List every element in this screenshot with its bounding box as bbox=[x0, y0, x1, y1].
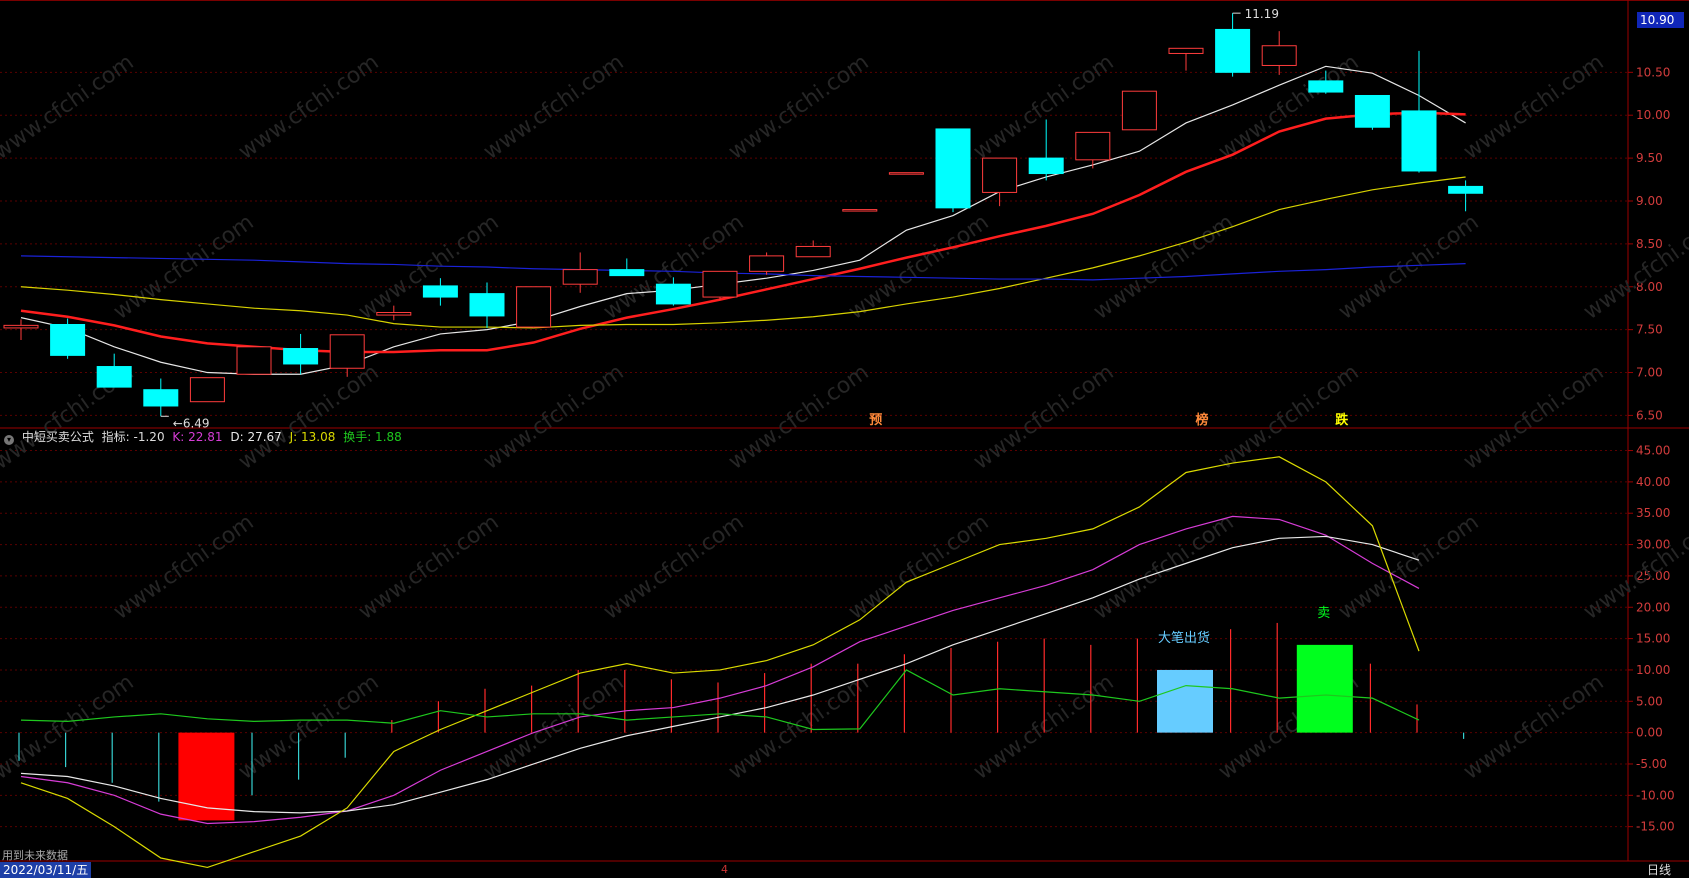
watermark-text: www.cfchi.com bbox=[109, 210, 258, 325]
indicator-collapse-icon[interactable]: ▾ bbox=[4, 435, 14, 445]
candle-body bbox=[1168, 47, 1204, 54]
signal-marker: 预 bbox=[869, 413, 882, 428]
candle-body bbox=[749, 255, 785, 272]
indicator-bar-wide bbox=[1157, 669, 1213, 733]
candle-body bbox=[842, 209, 878, 212]
candle-body bbox=[50, 324, 86, 356]
ind-y-tick-label: 40.00 bbox=[1636, 475, 1670, 489]
indicator-title: 中短买卖公式 bbox=[21, 430, 94, 444]
turnover-value: 换手: 1.88 bbox=[343, 430, 402, 444]
indicator-bar-wide bbox=[1296, 644, 1353, 733]
candle-body bbox=[888, 172, 924, 175]
ind-y-tick-label: 5.00 bbox=[1636, 694, 1663, 708]
status-date[interactable]: 2022/03/11/五 bbox=[0, 862, 92, 878]
watermark-text: www.cfchi.com bbox=[1459, 50, 1608, 165]
signal-marker: 跌 bbox=[1335, 412, 1349, 428]
watermark-text: www.cfchi.com bbox=[599, 210, 748, 325]
watermark-text: www.cfchi.com bbox=[1459, 360, 1608, 475]
watermark-text: www.cfchi.com bbox=[1089, 210, 1238, 325]
signal-marker: 榜 bbox=[1195, 412, 1208, 428]
candle-body bbox=[1215, 28, 1251, 73]
indicator-readout: 指标: -1.20 bbox=[101, 430, 165, 444]
ind-y-tick-label: 45.00 bbox=[1636, 444, 1670, 458]
candle-body bbox=[422, 285, 458, 298]
current-price-label: 10.90 bbox=[1637, 12, 1684, 28]
main-y-tick-label: 10.00 bbox=[1636, 108, 1670, 122]
candle-body bbox=[1308, 80, 1344, 93]
moving-average-line bbox=[20, 255, 1466, 281]
candle-body bbox=[469, 293, 505, 317]
candle-body bbox=[1261, 45, 1297, 66]
ind-y-tick-label: 15.00 bbox=[1636, 632, 1670, 646]
candle-body bbox=[1448, 185, 1484, 194]
k-value: K: 22.81 bbox=[172, 430, 223, 444]
watermark-text: www.cfchi.com bbox=[724, 670, 873, 785]
moving-average-line bbox=[20, 176, 1466, 329]
candle-body bbox=[1028, 157, 1064, 175]
watermark-text: www.cfchi.com bbox=[0, 670, 139, 785]
main-y-tick-label: 6.50 bbox=[1636, 408, 1663, 422]
candle-body bbox=[1075, 131, 1111, 161]
watermark-text: www.cfchi.com bbox=[1459, 670, 1608, 785]
candle-body bbox=[236, 346, 272, 375]
candle-body bbox=[189, 377, 225, 403]
candle-body bbox=[516, 286, 552, 328]
indicator-header: ▾ 中短买卖公式 指标: -1.20 K: 22.81 D: 27.67 J: … bbox=[4, 428, 406, 445]
main-y-tick-label: 7.50 bbox=[1636, 323, 1663, 337]
main-y-tick-label: 9.00 bbox=[1636, 194, 1663, 208]
watermark-text: www.cfchi.com bbox=[969, 360, 1118, 475]
watermark-text: www.cfchi.com bbox=[0, 50, 139, 165]
candle-body bbox=[655, 283, 691, 305]
main-y-tick-label: 9.50 bbox=[1636, 151, 1663, 165]
watermark-text: www.cfchi.com bbox=[234, 670, 383, 785]
candle-body bbox=[935, 128, 971, 209]
main-y-tick-label: 7.00 bbox=[1636, 366, 1663, 380]
ind-y-tick-label: 0.00 bbox=[1636, 726, 1663, 740]
indicator-bar-label: 卖 bbox=[1317, 606, 1330, 621]
watermark-text: www.cfchi.com bbox=[1579, 210, 1689, 325]
watermark-text: www.cfchi.com bbox=[234, 50, 383, 165]
candle-body bbox=[795, 245, 831, 258]
candle-body bbox=[3, 324, 39, 329]
watermark-text: www.cfchi.com bbox=[234, 360, 383, 475]
watermark-text: www.cfchi.com bbox=[724, 50, 873, 165]
future-data-note: 用到未来数据 bbox=[2, 849, 68, 862]
ind-y-tick-label: 20.00 bbox=[1636, 600, 1670, 614]
candle-body bbox=[96, 366, 132, 388]
extreme-price-label: 11.19 bbox=[1245, 7, 1279, 21]
watermark-text: www.cfchi.com bbox=[479, 360, 628, 475]
candle-body bbox=[283, 348, 319, 365]
main-y-tick-label: 10.50 bbox=[1636, 65, 1670, 79]
candle-body bbox=[376, 311, 412, 316]
candle-body bbox=[143, 389, 179, 407]
watermark-text: www.cfchi.com bbox=[479, 50, 628, 165]
ind-y-tick-label: 35.00 bbox=[1636, 506, 1670, 520]
candle-body bbox=[982, 157, 1018, 193]
d-value: D: 27.67 bbox=[230, 430, 282, 444]
watermark-text: www.cfchi.com bbox=[1579, 510, 1689, 625]
watermark-text: www.cfchi.com bbox=[479, 670, 628, 785]
period-label[interactable]: 日线 bbox=[1647, 862, 1671, 878]
candle-body bbox=[1354, 94, 1390, 128]
j-value: J: 13.08 bbox=[289, 430, 336, 444]
ind-y-tick-label: -5.00 bbox=[1636, 757, 1667, 771]
candle-body bbox=[329, 334, 365, 369]
status-mid-marker: 4 bbox=[721, 863, 728, 876]
candle-body bbox=[1121, 90, 1157, 131]
candle-body bbox=[609, 269, 645, 277]
candle-body bbox=[1401, 110, 1437, 172]
ind-y-tick-label: -15.00 bbox=[1636, 820, 1675, 834]
candle-body bbox=[562, 269, 598, 285]
watermark-text: www.cfchi.com bbox=[724, 360, 873, 475]
candle-body bbox=[702, 270, 738, 298]
ind-y-tick-label: -10.00 bbox=[1636, 788, 1675, 802]
indicator-bar-label: 大笔出货 bbox=[1158, 630, 1210, 646]
ind-y-tick-label: 10.00 bbox=[1636, 663, 1670, 677]
